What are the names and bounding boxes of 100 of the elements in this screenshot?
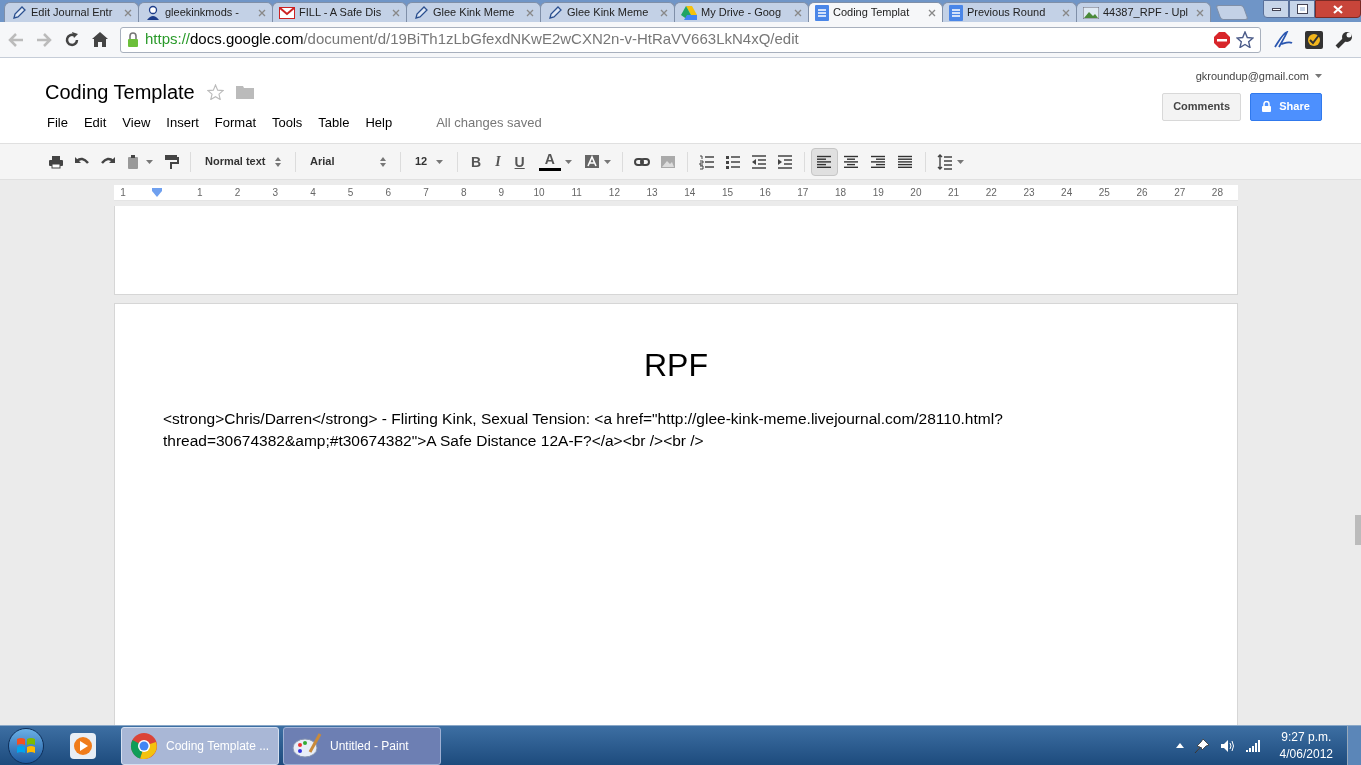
ruler-label: 24: [1060, 186, 1074, 200]
paint-palette-icon: [292, 731, 322, 760]
ruler-label: 12: [607, 186, 621, 200]
browser-tab[interactable]: Previous Round: [942, 2, 1077, 22]
maximize-button[interactable]: [1289, 0, 1315, 18]
text-color-button[interactable]: A: [531, 147, 579, 176]
tab-title: My Drive - Goog: [701, 5, 783, 21]
signal-icon[interactable]: [1245, 739, 1262, 752]
wrench-icon[interactable]: [1335, 30, 1353, 49]
tab-title: gleekinkmods -: [165, 5, 240, 21]
browser-tab[interactable]: gleekinkmods -: [138, 2, 273, 22]
chrome-icon: [130, 731, 158, 760]
scrollbar-thumb[interactable]: [1355, 515, 1361, 545]
select-dropdown[interactable]: Arial: [302, 147, 394, 176]
signature-icon[interactable]: [1273, 30, 1293, 49]
lock-icon: [1262, 101, 1272, 112]
adblock-icon[interactable]: [1214, 31, 1230, 48]
account-email[interactable]: gkroundup@gmail.com: [1195, 68, 1309, 85]
ruler-label: 2: [233, 186, 242, 200]
caret-icon: [146, 159, 153, 164]
ruler-label: 16: [758, 186, 772, 200]
ruler-label: 3: [271, 186, 279, 200]
ruler-label: 6: [384, 186, 393, 200]
browser-tab[interactable]: FILL - A Safe Dis: [272, 2, 407, 22]
ruler-label: 13: [645, 186, 659, 200]
menu-item[interactable]: File: [47, 113, 68, 133]
address-bar[interactable]: https://docs.google.com/document/d/19BiTh1zLbGfexdNKwE2wCXN2n-v-HtRaVV663LkN4xQ/edit: [120, 26, 1261, 53]
ruler-label: 1: [196, 186, 204, 200]
clock-date[interactable]: 4/06/2012: [1279, 745, 1333, 763]
save-status: All changes saved: [436, 114, 542, 132]
browser-tab[interactable]: Coding Templat: [808, 2, 943, 22]
caret-icon: [1315, 74, 1322, 79]
minimize-button[interactable]: [1263, 0, 1289, 18]
bulleted-list-icon: [724, 153, 741, 170]
home-icon[interactable]: [92, 32, 108, 47]
tab-title: 44387_RPF - Upl: [1103, 5, 1189, 21]
menu-item[interactable]: View: [122, 113, 151, 133]
align-left-icon: [816, 154, 833, 169]
menu-item[interactable]: Tools: [272, 113, 303, 133]
ruler-label: 8: [459, 186, 468, 200]
ruler-label: 4: [309, 186, 317, 200]
ruler-label: 26: [1135, 186, 1149, 200]
underline-button[interactable]: U: [507, 147, 532, 176]
url-text: https://docs.google.com/document/d/19BiTh1zLbGfexdNKwE2wCXN2n-v-HtRaVV663LkN4xQ/edit: [145, 29, 800, 50]
ruler[interactable]: 1 1 2 3 4 5 6 7 8 9 10 11 12 13 14 15 16 17 18 19 20 21 22 23 24 25 26 27 28: [114, 185, 1238, 201]
image-icon: [659, 153, 676, 170]
browser-tab[interactable]: 44387_RPF - Upl: [1076, 2, 1211, 22]
align-right-icon: [870, 154, 887, 169]
ruler-label: 1: [119, 186, 127, 200]
highlight-icon: [583, 153, 600, 170]
ruler-label: 5: [346, 186, 355, 200]
ruler-label: 15: [720, 186, 735, 200]
pin-icon[interactable]: [1193, 737, 1210, 754]
media-player-button[interactable]: [70, 732, 96, 759]
drive-icon: [681, 5, 697, 20]
ruler-label: 17: [796, 186, 810, 200]
tab-title: Previous Round: [967, 5, 1047, 21]
caret-icon: [603, 159, 611, 164]
paint-format-icon: [163, 153, 179, 170]
taskbar-window-button[interactable]: Untitled - Paint: [283, 726, 441, 765]
menu-item[interactable]: Edit: [83, 113, 107, 133]
star-icon[interactable]: [206, 84, 224, 100]
show-hidden-icons-icon[interactable]: [1175, 743, 1184, 748]
menu-item[interactable]: Format: [214, 113, 256, 133]
star-icon[interactable]: [1236, 31, 1254, 48]
reload-icon[interactable]: [64, 31, 80, 48]
browser-tab[interactable]: Glee Kink Meme: [406, 2, 541, 22]
document-title[interactable]: Coding Template: [45, 82, 195, 102]
pencil-icon: [547, 4, 563, 21]
paragraph: <strong>Chris/Darren</strong> - Flirting Kink, Sexual Tension: <a href="http://glee-kink-meme.livejournal.com/28110.html?thread=30674382&amp;#t30674382">A Safe Distance 12A-F?</a><br /><br />: [163, 409, 1004, 451]
indent-marker-icon[interactable]: [151, 188, 162, 197]
image-icon: [1083, 6, 1099, 19]
check-badge-icon[interactable]: [1305, 30, 1323, 49]
start-button[interactable]: [8, 727, 44, 764]
ruler-label: 27: [1173, 186, 1187, 200]
pencil-icon: [11, 4, 27, 21]
close-icon[interactable]: [928, 8, 936, 17]
browser-tab[interactable]: Glee Kink Meme: [540, 2, 675, 22]
bold-button[interactable]: B: [464, 147, 489, 176]
align-left-button[interactable]: [810, 147, 838, 176]
line-spacing-icon: [936, 153, 953, 170]
browser-tab[interactable]: My Drive - Goog: [674, 2, 809, 22]
tab-title: Glee Kink Meme: [433, 5, 516, 21]
caret-icon: [436, 159, 443, 164]
ruler-label: 14: [683, 186, 697, 200]
menu-item[interactable]: Table: [318, 113, 350, 133]
ruler-label: 18: [833, 186, 848, 200]
font-size-dropdown[interactable]: 12: [407, 147, 451, 176]
select-dropdown[interactable]: Normal text: [197, 147, 289, 176]
italic-button[interactable]: I: [488, 147, 508, 176]
clock-time[interactable]: 9:27 p.m.: [1281, 728, 1332, 746]
align-justify-icon: [897, 154, 914, 169]
comments-button[interactable]: Comments: [1162, 92, 1241, 121]
close-window-button[interactable]: [1315, 0, 1361, 18]
tab-title: Coding Templat: [833, 5, 911, 21]
menu-item[interactable]: Help: [365, 113, 393, 133]
menu-item[interactable]: Insert: [166, 113, 199, 133]
volume-icon[interactable]: [1219, 738, 1236, 753]
browser-tab[interactable]: Edit Journal Entr: [4, 2, 139, 22]
tab-title: FILL - A Safe Dis: [299, 5, 383, 21]
